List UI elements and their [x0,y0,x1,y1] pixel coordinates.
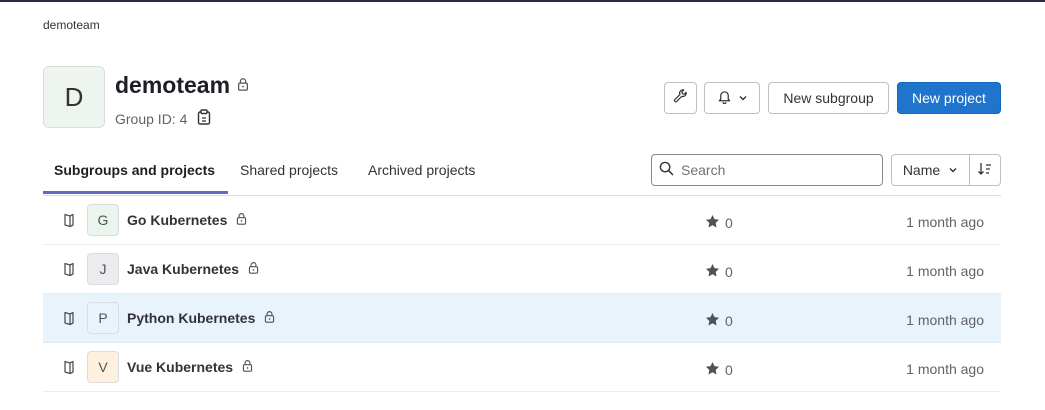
new-subgroup-button[interactable]: New subgroup [768,82,889,114]
sort-direction-icon [977,162,993,179]
star-icon [705,312,720,330]
group-settings-button[interactable] [664,82,697,114]
project-name[interactable]: Go Kubernetes [127,212,227,228]
search-icon [659,161,674,179]
project-name-link[interactable]: Vue Kubernetes [127,359,254,375]
project-avatar[interactable]: J [87,253,119,285]
chevron-down-icon [948,162,958,178]
book-icon [63,212,77,231]
project-row[interactable]: P Python Kubernetes 0 1 month ago [43,294,1001,343]
book-icon [63,261,77,280]
star-count[interactable]: 0 [705,214,733,232]
updated-time: 1 month ago [906,214,984,230]
project-row[interactable]: J Java Kubernetes 0 1 month ago [43,245,1001,294]
group-avatar: D [43,66,105,128]
sort-direction-button[interactable] [969,154,1001,186]
star-count-value: 0 [725,215,733,231]
project-row[interactable]: G Go Kubernetes 0 1 month ago [43,196,1001,245]
updated-time: 1 month ago [906,312,984,328]
star-icon [705,361,720,379]
star-count-value: 0 [725,313,733,329]
wrench-icon [673,89,688,107]
notifications-button[interactable] [704,82,760,114]
book-icon [63,310,77,329]
star-icon [705,263,720,281]
star-count[interactable]: 0 [705,361,733,379]
lock-icon [263,310,276,326]
tab-shared-projects[interactable]: Shared projects [240,162,338,178]
project-avatar[interactable]: P [87,302,119,334]
tab-archived-projects[interactable]: Archived projects [368,162,475,178]
active-tab-indicator [43,191,228,194]
chevron-down-icon [738,90,748,106]
book-icon [63,359,77,378]
updated-time: 1 month ago [906,263,984,279]
top-border [0,0,1045,2]
project-avatar[interactable]: G [87,204,119,236]
group-title: demoteam [115,72,250,99]
star-count-value: 0 [725,362,733,378]
project-name-link[interactable]: Java Kubernetes [127,261,260,277]
clipboard-icon[interactable] [197,109,211,128]
sort-dropdown[interactable]: Name [891,154,970,186]
star-count-value: 0 [725,264,733,280]
new-project-button[interactable]: New project [897,82,1001,114]
search-box [651,154,883,186]
group-id-text: Group ID: 4 [115,110,188,127]
bell-icon [717,89,732,107]
sort-label: Name [902,162,941,178]
lock-icon [236,77,250,94]
star-count[interactable]: 0 [705,263,733,281]
project-avatar-letter: G [97,212,109,228]
project-avatar-letter: V [98,359,108,375]
project-name[interactable]: Java Kubernetes [127,261,239,277]
project-avatar[interactable]: V [87,351,119,383]
star-count[interactable]: 0 [705,312,733,330]
updated-time: 1 month ago [906,361,984,377]
project-name-link[interactable]: Go Kubernetes [127,212,248,228]
project-avatar-letter: J [99,261,107,277]
project-name-link[interactable]: Python Kubernetes [127,310,276,326]
group-id: Group ID: 4 [115,109,211,128]
lock-icon [247,261,260,277]
lock-icon [241,359,254,375]
project-avatar-letter: P [98,310,108,326]
star-icon [705,214,720,232]
project-row[interactable]: V Vue Kubernetes 0 1 month ago [43,343,1001,392]
breadcrumb[interactable]: demoteam [43,18,100,32]
project-name[interactable]: Vue Kubernetes [127,359,233,375]
search-input[interactable] [679,161,873,179]
group-avatar-letter: D [64,81,84,112]
tab-subgroups-and-projects[interactable]: Subgroups and projects [54,162,215,178]
project-name[interactable]: Python Kubernetes [127,310,255,326]
group-name: demoteam [115,72,231,98]
lock-icon [235,212,248,228]
